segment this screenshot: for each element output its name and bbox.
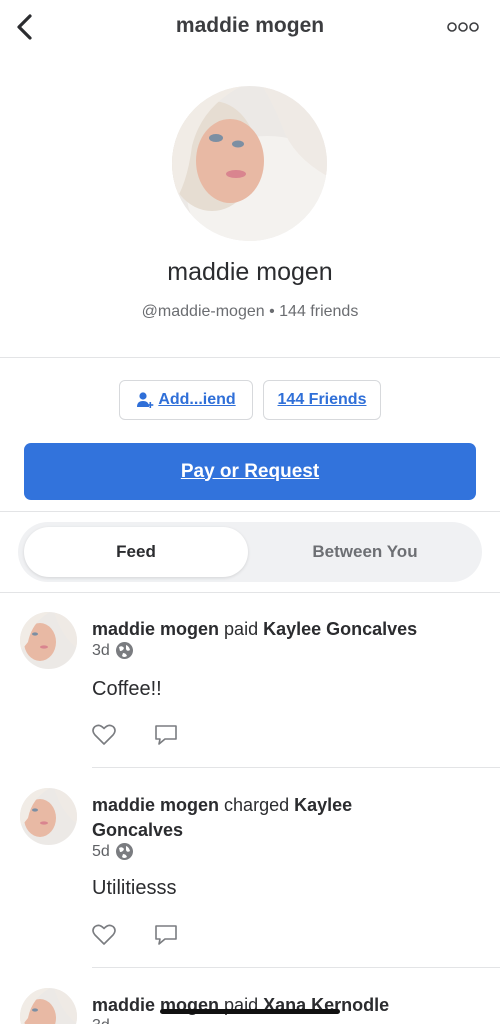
story-time: 3d [92, 1017, 110, 1024]
profile-friends-count: 144 friends [279, 303, 359, 320]
story-verb: charged [224, 795, 290, 815]
comment-icon[interactable] [153, 922, 179, 948]
profile-avatar [172, 86, 327, 241]
heart-icon[interactable] [91, 922, 117, 948]
profile-handle: @maddie-mogen [141, 303, 265, 320]
story-meta: 3d [92, 1017, 110, 1024]
add-friend-button[interactable]: Add...iend [119, 380, 253, 420]
comment-icon[interactable] [153, 722, 179, 748]
divider [92, 967, 500, 968]
story-actor[interactable]: maddie mogen [92, 795, 219, 815]
story-actor[interactable]: maddie mogen [92, 619, 219, 639]
story-meta: 3d [92, 641, 134, 660]
avatar[interactable] [20, 988, 77, 1024]
friends-button[interactable]: 144 Friends [263, 380, 381, 420]
story-note: Coffee!! [92, 678, 162, 700]
story-target[interactable]: Kaylee Goncalves [263, 619, 417, 639]
avatar[interactable] [20, 612, 77, 669]
feed-story[interactable]: maddie mogen paid Xana Kernodle 3d [0, 988, 500, 1024]
feed-segmented-control: Feed Between You [18, 522, 482, 582]
story-time: 3d [92, 641, 110, 659]
divider [0, 592, 500, 593]
globe-icon [115, 843, 133, 860]
divider [0, 511, 500, 512]
story-meta: 5d [92, 842, 134, 861]
story-headline: maddie mogen paid Xana Kernodle [92, 993, 472, 1018]
top-bar: maddie mogen [0, 0, 500, 56]
page-title: maddie mogen [175, 14, 325, 37]
story-time: 5d [92, 842, 110, 860]
divider [0, 357, 500, 358]
divider [92, 767, 500, 768]
add-person-icon [137, 392, 154, 408]
profile-subtitle: @maddie-mogen • 144 friends [0, 303, 500, 321]
profile-name: maddie mogen [167, 258, 333, 286]
more-horizontal-icon[interactable] [446, 20, 480, 34]
story-headline: maddie mogen paid Kaylee Goncalves [92, 617, 472, 642]
home-indicator[interactable] [160, 1009, 340, 1014]
story-note: Utilitiesss [92, 877, 177, 899]
pay-or-request-label: Pay or Request [180, 460, 320, 482]
separator-dot: • [269, 303, 275, 320]
story-verb: paid [224, 619, 259, 639]
heart-icon[interactable] [91, 722, 117, 748]
tab-between-you[interactable]: Between You [254, 527, 476, 577]
story-headline: maddie mogen charged Kaylee Goncalves [92, 793, 412, 843]
tab-feed[interactable]: Feed [24, 527, 248, 577]
friends-button-label: 144 Friends [277, 391, 367, 408]
add-friend-label: Add...iend [158, 391, 236, 408]
avatar[interactable] [20, 788, 77, 845]
globe-icon [115, 642, 133, 659]
pay-or-request-button[interactable]: Pay or Request [24, 443, 476, 500]
